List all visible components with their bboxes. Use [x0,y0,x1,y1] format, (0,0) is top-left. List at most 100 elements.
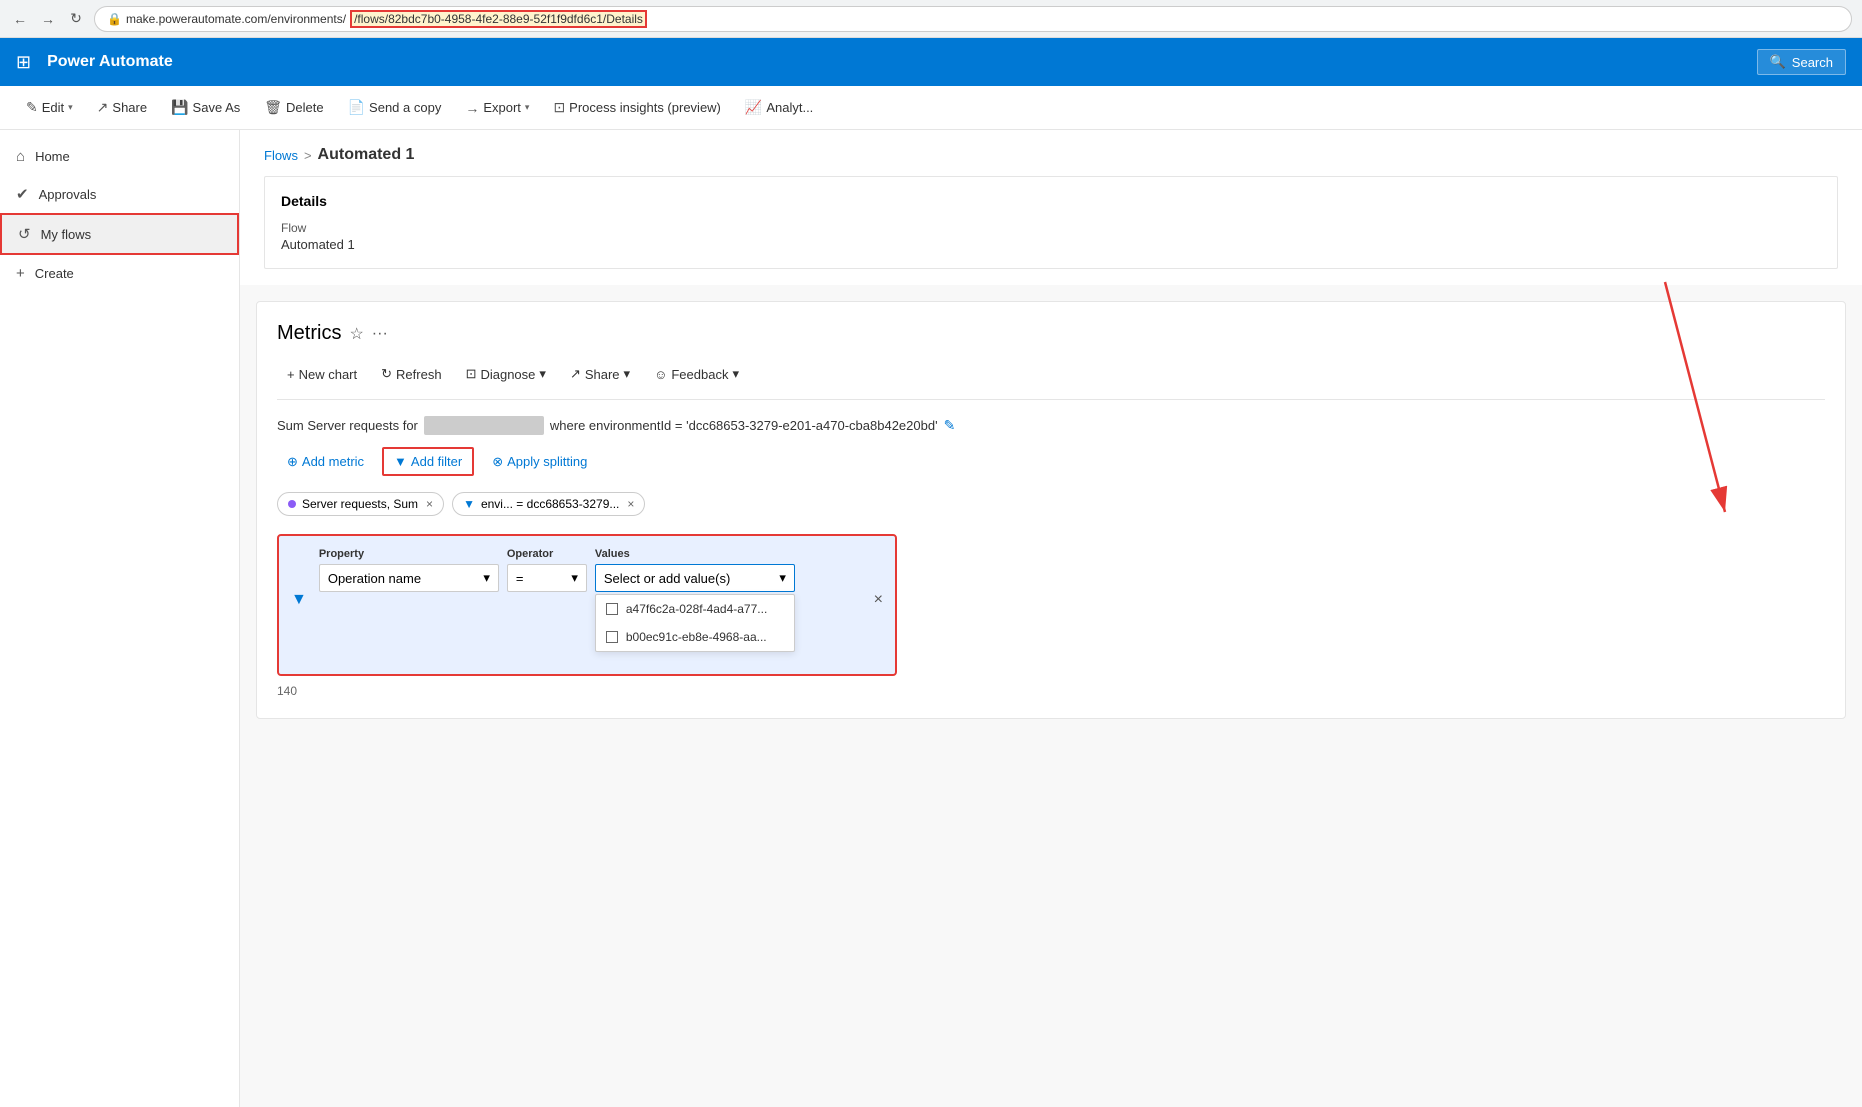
search-icon: 🔍 [1770,54,1786,70]
process-insights-button[interactable]: ⊡ Process insights (preview) [543,93,730,122]
new-chart-button[interactable]: + New chart [277,362,367,387]
brand-name: Power Automate [47,53,1745,71]
refresh-button[interactable]: ↻ [66,9,86,29]
share-metrics-chevron: ▾ [624,366,631,382]
sidebar-item-my-flows-label: My flows [41,227,92,242]
analytics-label: Analyt... [766,100,813,115]
property-value: Operation name [328,571,421,586]
property-select[interactable]: Operation name ▾ [319,564,499,592]
share-label: Share [112,100,147,115]
pill-dot [288,500,296,508]
checkbox-2[interactable] [606,631,618,643]
chart-area-container: Server requests, Sum × ▼ envi... = dcc68… [277,492,1825,698]
filter-panel-close[interactable]: × [874,591,883,609]
env-filter-pill[interactable]: ▼ envi... = dcc68653-3279... × [452,492,645,516]
refresh-icon: ↻ [381,366,392,382]
save-as-button[interactable]: 💾 Save As [161,93,250,122]
grid-icon[interactable]: ⊞ [16,52,31,73]
filter-panel-icon: ▼ [291,591,307,609]
share-button[interactable]: ↗ Share [87,93,157,122]
dropdown-item-2[interactable]: b00ec91c-eb8e-4968-aa... [596,623,794,651]
command-bar: ✎ Edit ▾ ↗ Share 💾 Save As 🗑 Delete 📄 Se… [0,86,1862,130]
analytics-button[interactable]: 📈 Analyt... [735,93,823,122]
export-label: Export [483,100,521,115]
filter-panel: ▼ Property Operation name ▾ [277,534,897,676]
sidebar-item-approvals[interactable]: ✔ Approvals [0,175,239,213]
new-chart-label: New chart [299,367,358,382]
filter-panel-wrapper: ▼ Property Operation name ▾ [277,526,897,676]
url-bar[interactable]: 🔒 make.powerautomate.com/environments/ /… [94,6,1852,32]
operator-select[interactable]: = ▾ [507,564,587,592]
flow-label: Flow [281,221,1821,235]
edit-label: Edit [42,100,64,115]
filter-toolbar: ⊕ Add metric ▼ Add filter ⊗ Apply splitt… [277,447,1825,476]
query-prefix: Sum Server requests for [277,418,418,433]
apply-splitting-icon: ⊗ [492,454,503,470]
property-label: Property [319,548,499,560]
pill-close[interactable]: × [426,497,433,511]
diagnose-button[interactable]: ⊡ Diagnose ▾ [456,361,556,387]
env-pill-close[interactable]: × [627,497,634,511]
metrics-header: Metrics ☆ ··· [277,322,1825,345]
breadcrumb-sep: > [304,148,312,163]
feedback-chevron: ▾ [732,366,739,382]
sidebar-item-my-flows[interactable]: ↺ My flows [0,213,239,255]
metrics-more-icon[interactable]: ··· [372,325,388,343]
operator-label: Operator [507,548,587,560]
filter-pill-label: envi... = dcc68653-3279... [481,497,619,511]
save-icon: 💾 [171,99,188,116]
app-container: ⊞ Power Automate 🔍 Search ✎ Edit ▾ ↗ Sha… [0,38,1862,1107]
values-placeholder: Select or add value(s) [604,571,730,586]
add-metric-button[interactable]: ⊕ Add metric [277,449,374,475]
forward-button[interactable]: → [38,9,58,29]
feedback-icon: ☺ [654,367,667,382]
delete-button[interactable]: 🗑 Delete [254,93,333,122]
refresh-label: Refresh [396,367,442,382]
process-insights-label: Process insights (preview) [569,100,721,115]
checkbox-1[interactable] [606,603,618,615]
back-button[interactable]: ← [10,9,30,29]
dropdown-item-1[interactable]: a47f6c2a-028f-4ad4-a77... [596,595,794,623]
operator-value: = [516,571,524,586]
sidebar-item-create[interactable]: + Create [0,255,239,292]
values-select[interactable]: Select or add value(s) ▾ [595,564,795,592]
sidebar-item-approvals-label: Approvals [39,187,97,202]
metrics-toolbar: + New chart ↻ Refresh ⊡ Diagnose ▾ ↗ S [277,361,1825,400]
edit-icon: ✎ [26,99,38,116]
browser-chrome: ← → ↻ 🔒 make.powerautomate.com/environme… [0,0,1862,38]
send-copy-label: Send a copy [369,100,441,115]
details-card: Details Flow Automated 1 [264,176,1838,269]
filter-values-col: Values Select or add value(s) ▾ [595,548,795,652]
share-metrics-button[interactable]: ↗ Share ▾ [560,361,640,387]
diagnose-chevron: ▾ [539,366,546,382]
analytics-icon: 📈 [745,99,762,116]
send-copy-icon: 📄 [348,99,365,116]
feedback-button[interactable]: ☺ Feedback ▾ [644,361,749,387]
metrics-star-icon[interactable]: ☆ [349,324,363,344]
export-button[interactable]: → Export ▾ [455,94,539,122]
add-filter-icon: ▼ [394,454,407,469]
add-filter-button[interactable]: ▼ Add filter [382,447,474,476]
top-nav: ⊞ Power Automate 🔍 Search [0,38,1862,86]
server-requests-pill[interactable]: Server requests, Sum × [277,492,444,516]
add-metric-icon: ⊕ [287,454,298,470]
flow-name: Automated 1 [281,237,355,252]
diagnose-icon: ⊡ [466,366,477,382]
apply-splitting-button[interactable]: ⊗ Apply splitting [482,449,597,475]
refresh-button[interactable]: ↻ Refresh [371,361,451,387]
edit-button[interactable]: ✎ Edit ▾ [16,93,83,122]
page-header: Flows > Automated 1 Details Flow Automat… [240,130,1862,285]
sidebar-item-home[interactable]: ⌂ Home [0,138,239,175]
main-layout: ⌂ Home ✔ Approvals ↺ My flows + Create F… [0,130,1862,1107]
search-button[interactable]: 🔍 Search [1757,49,1846,75]
breadcrumb-flows[interactable]: Flows [264,148,298,163]
breadcrumb-current: Automated 1 [318,146,415,164]
query-blurred-id [424,416,544,435]
search-label: Search [1792,55,1833,70]
apply-splitting-label: Apply splitting [507,454,587,469]
item2-label: b00ec91c-eb8e-4968-aa... [626,630,767,644]
share-metrics-label: Share [585,367,620,382]
send-copy-button[interactable]: 📄 Send a copy [338,93,452,122]
query-edit-icon[interactable]: ✎ [944,417,956,434]
metrics-section: Metrics ☆ ··· + New chart ↻ Refresh ⊡ [256,301,1846,719]
